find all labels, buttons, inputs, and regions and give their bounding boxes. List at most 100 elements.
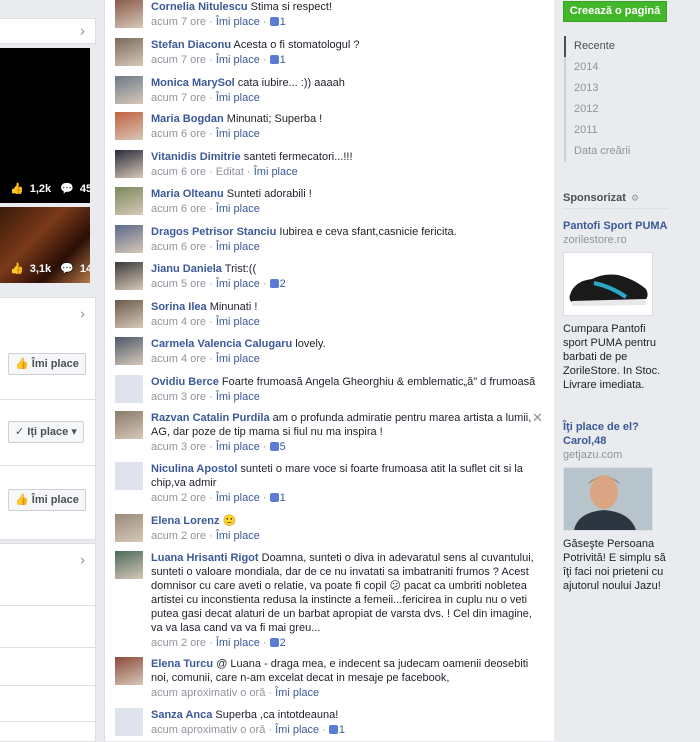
comment-time[interactable]: acum 7 ore · <box>151 16 216 28</box>
like-count[interactable]: 2 <box>280 278 286 290</box>
comment-like-link[interactable]: Îmi place <box>216 316 260 328</box>
year-nav-item[interactable]: 2013 <box>564 78 630 99</box>
ad-info-icon[interactable]: ⚙ <box>631 193 639 203</box>
page-like-button-2[interactable]: 👍 Îmi place <box>8 489 86 511</box>
video-thumbnail-1[interactable]: 👍 1,2k 💬 45 <box>0 48 90 203</box>
commenter-name[interactable]: Dragos Petrisor Stanciu <box>151 226 276 238</box>
commenter-avatar[interactable] <box>115 150 143 178</box>
commenter-avatar[interactable] <box>115 551 143 579</box>
comment-like-link[interactable]: Îmi place <box>254 166 298 178</box>
comment-like-link[interactable]: Îmi place <box>216 54 260 66</box>
ad-puma[interactable]: Pantofi Sport PUMA zorilestore.ro Cumpar… <box>563 219 673 392</box>
comment-like-link[interactable]: Îmi place <box>216 241 260 253</box>
comment-time[interactable]: acum 6 ore · <box>151 203 216 215</box>
commenter-avatar[interactable] <box>115 708 143 736</box>
commenter-name[interactable]: Ovidiu Berce <box>151 376 219 388</box>
year-nav-item[interactable]: 2014 <box>564 57 630 78</box>
left-card-header-3[interactable]: › <box>0 543 96 577</box>
comment-time[interactable]: acum 2 ore · <box>151 530 216 542</box>
commenter-avatar[interactable] <box>115 462 143 490</box>
comment-time[interactable]: acum 4 ore · <box>151 316 216 328</box>
commenter-avatar[interactable] <box>115 514 143 542</box>
comment-time[interactable]: acum 4 ore · <box>151 353 216 365</box>
commenter-name[interactable]: Elena Lorenz <box>151 515 219 527</box>
ad-title[interactable]: Pantofi Sport PUMA <box>563 219 673 233</box>
page-like-button-1[interactable]: 👍 Îmi place <box>8 353 86 375</box>
comment-like-link[interactable]: Îmi place <box>216 353 260 365</box>
comment-time[interactable]: acum 6 ore · Editat · <box>151 166 254 178</box>
commenter-name[interactable]: Maria Bogdan <box>151 113 224 125</box>
comment-time[interactable]: acum aproximativ o oră · <box>151 687 275 699</box>
comment-like-link[interactable]: Îmi place <box>216 128 260 140</box>
commenter-avatar[interactable] <box>115 337 143 365</box>
commenter-avatar[interactable] <box>115 38 143 66</box>
comment-time[interactable]: acum 6 ore · <box>151 128 216 140</box>
commenter-name[interactable]: Niculina Apostol <box>151 463 237 475</box>
commenter-name[interactable]: Razvan Catalin Purdila <box>151 412 270 424</box>
year-nav-item[interactable]: 2011 <box>564 120 630 141</box>
commenter-avatar[interactable] <box>115 187 143 215</box>
commenter-avatar[interactable] <box>115 262 143 290</box>
comment-like-link[interactable]: Îmi place <box>275 724 319 736</box>
commenter-name[interactable]: Sanza Anca <box>151 709 212 721</box>
ad-jazu[interactable]: Îţi place de el? Carol,48 getjazu.com Gă… <box>563 420 673 593</box>
commenter-name[interactable]: Sorina Ilea <box>151 301 207 313</box>
commenter-name[interactable]: Luana Hrisanti Rigot <box>151 552 259 564</box>
comment-like-link[interactable]: Îmi place <box>216 637 260 649</box>
commenter-avatar[interactable] <box>115 300 143 328</box>
comment-time[interactable]: acum 2 ore · <box>151 492 216 504</box>
comment-like-link[interactable]: Îmi place <box>216 530 260 542</box>
year-nav-item[interactable]: Data creării <box>564 141 630 162</box>
like-count[interactable]: 1 <box>280 54 286 66</box>
commenter-avatar[interactable] <box>115 76 143 104</box>
commenter-name[interactable]: Jianu Daniela <box>151 263 222 275</box>
video-thumbnail-2[interactable]: 👍3,1k 💬144 <box>0 207 90 283</box>
commenter-name[interactable]: Carmela Valencia Calugaru <box>151 338 292 350</box>
commenter-avatar[interactable] <box>115 657 143 685</box>
like-count[interactable]: 1 <box>280 16 286 28</box>
commenter-name[interactable]: Cornelia Nitulescu <box>151 1 248 13</box>
comment-time[interactable]: acum 7 ore · <box>151 54 216 66</box>
commenter-name[interactable]: Maria Olteanu <box>151 188 224 200</box>
comment-time[interactable]: acum aproximativ o oră · <box>151 724 275 736</box>
like-count[interactable]: 5 <box>280 441 286 453</box>
comment-time[interactable]: acum 6 ore · <box>151 241 216 253</box>
like-count[interactable]: 1 <box>280 492 286 504</box>
comment-like-link[interactable]: Îmi place <box>216 441 260 453</box>
commenter-avatar[interactable] <box>115 112 143 140</box>
ad-image-person[interactable] <box>563 467 653 531</box>
comment-time[interactable]: acum 2 ore · <box>151 637 216 649</box>
year-nav-item[interactable]: 2012 <box>564 99 630 120</box>
page-liked-button[interactable]: ✓ Iți place ▾ <box>8 421 84 443</box>
like-count[interactable]: 2 <box>280 637 286 649</box>
like-count[interactable]: 1 <box>339 724 345 736</box>
comment-time[interactable]: acum 3 ore · <box>151 441 216 453</box>
commenter-avatar[interactable] <box>115 411 143 439</box>
chevron-right-icon[interactable]: › <box>80 552 85 569</box>
comment-like-link[interactable]: Îmi place <box>216 492 260 504</box>
left-card-header-2[interactable]: › <box>0 297 96 331</box>
commenter-name[interactable]: Monica MarySol <box>151 77 235 89</box>
left-card-header-1[interactable]: › <box>0 18 96 44</box>
commenter-name[interactable]: Elena Turcu <box>151 658 213 670</box>
comment-time[interactable]: acum 7 ore · <box>151 92 216 104</box>
commenter-avatar[interactable] <box>115 225 143 253</box>
commenter-avatar[interactable] <box>115 375 143 403</box>
ad-image-shoe[interactable] <box>563 252 653 316</box>
create-page-button[interactable]: Creează o pagină <box>563 1 667 22</box>
comment-like-link[interactable]: Îmi place <box>216 391 260 403</box>
commenter-avatar[interactable] <box>115 0 143 28</box>
comment-time[interactable]: acum 3 ore · <box>151 391 216 403</box>
ad-title[interactable]: Îţi place de el? Carol,48 <box>563 420 673 448</box>
comment-time[interactable]: acum 5 ore · <box>151 278 216 290</box>
comment-like-link[interactable]: Îmi place <box>275 687 319 699</box>
chevron-right-icon[interactable]: › <box>80 306 85 323</box>
commenter-name[interactable]: Vitanidis Dimitrie <box>151 151 241 163</box>
comment-like-link[interactable]: Îmi place <box>216 92 260 104</box>
chevron-right-icon[interactable]: › <box>80 23 85 40</box>
comment-like-link[interactable]: Îmi place <box>216 203 260 215</box>
comment-like-link[interactable]: Îmi place <box>216 278 260 290</box>
year-nav-item[interactable]: Recente <box>564 36 630 57</box>
comment-like-link[interactable]: Îmi place <box>216 16 260 28</box>
commenter-name[interactable]: Stefan Diaconu <box>151 39 231 51</box>
